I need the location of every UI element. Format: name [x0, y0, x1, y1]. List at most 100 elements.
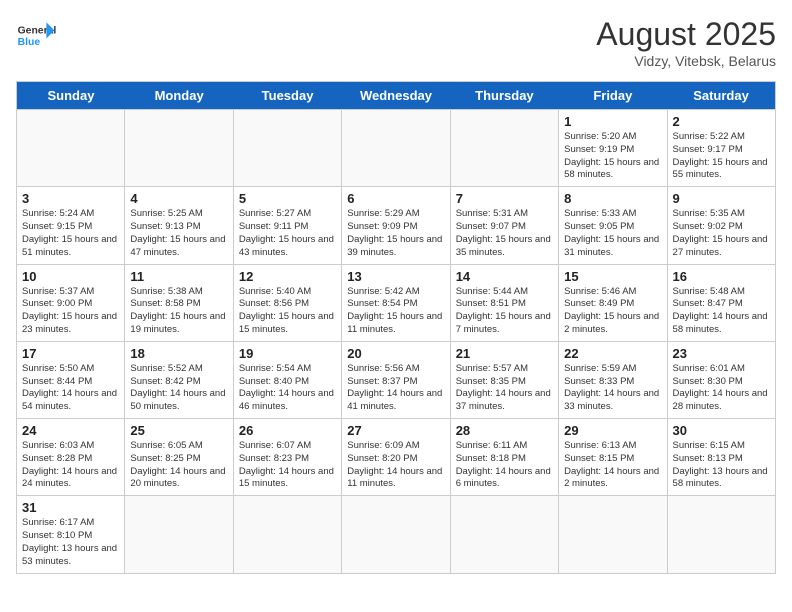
calendar-cell: 28 Sunrise: 6:11 AM Sunset: 8:18 PM Dayli…	[450, 419, 558, 496]
day-info: Sunrise: 5:48 AM Sunset: 8:47 PM Dayligh…	[673, 286, 770, 337]
week-row-5: 24Sunrise: 6:03 AM Sunset: 8:28 PM Dayli…	[17, 419, 776, 496]
date-number: 7	[456, 191, 553, 206]
calendar-cell: 16Sunrise: 5:48 AM Sunset: 8:47 PM Dayli…	[667, 264, 775, 341]
date-number: 31	[22, 500, 119, 515]
day-info: Sunrise: 6:11 AM Sunset: 8:18 PM Dayligh…	[456, 440, 553, 491]
day-info: Sunrise: 5:33 AM Sunset: 9:05 PM Dayligh…	[564, 208, 661, 259]
calendar-cell: 11Sunrise: 5:38 AM Sunset: 8:58 PM Dayli…	[125, 264, 233, 341]
calendar-cell	[559, 496, 667, 573]
calendar-cell: 30 Sunrise: 6:15 AM Sunset: 8:13 PM Dayli…	[667, 419, 775, 496]
date-number: 21	[456, 346, 553, 361]
calendar-cell: 5 Sunrise: 5:27 AM Sunset: 9:11 PM Daylig…	[233, 187, 341, 264]
date-number: 26	[239, 423, 336, 438]
calendar-title: August 2025	[596, 16, 776, 53]
day-info: Sunrise: 6:05 AM Sunset: 8:25 PM Dayligh…	[130, 440, 227, 491]
date-number: 6	[347, 191, 444, 206]
date-number: 30	[673, 423, 770, 438]
day-info: Sunrise: 5:44 AM Sunset: 8:51 PM Dayligh…	[456, 286, 553, 337]
calendar-cell: 12Sunrise: 5:40 AM Sunset: 8:56 PM Dayli…	[233, 264, 341, 341]
day-info: Sunrise: 5:46 AM Sunset: 8:49 PM Dayligh…	[564, 286, 661, 337]
date-number: 2	[673, 114, 770, 129]
calendar-cell: 9 Sunrise: 5:35 AM Sunset: 9:02 PM Daylig…	[667, 187, 775, 264]
weekday-header-sunday: Sunday	[17, 82, 125, 110]
calendar-cell	[17, 110, 125, 187]
calendar-cell: 19 Sunrise: 5:54 AM Sunset: 8:40 PM Dayli…	[233, 341, 341, 418]
weekday-header-thursday: Thursday	[450, 82, 558, 110]
day-info: Sunrise: 5:57 AM Sunset: 8:35 PM Dayligh…	[456, 363, 553, 414]
weekday-header-saturday: Saturday	[667, 82, 775, 110]
date-number: 3	[22, 191, 119, 206]
calendar-cell: 7 Sunrise: 5:31 AM Sunset: 9:07 PM Daylig…	[450, 187, 558, 264]
calendar-cell	[450, 110, 558, 187]
calendar-cell: 15Sunrise: 5:46 AM Sunset: 8:49 PM Dayli…	[559, 264, 667, 341]
date-number: 5	[239, 191, 336, 206]
calendar-cell: 21 Sunrise: 5:57 AM Sunset: 8:35 PM Dayli…	[450, 341, 558, 418]
day-info: Sunrise: 5:29 AM Sunset: 9:09 PM Dayligh…	[347, 208, 444, 259]
week-row-2: 3 Sunrise: 5:24 AM Sunset: 9:15 PM Daylig…	[17, 187, 776, 264]
calendar-cell: 6 Sunrise: 5:29 AM Sunset: 9:09 PM Daylig…	[342, 187, 450, 264]
date-number: 1	[564, 114, 661, 129]
date-number: 22	[564, 346, 661, 361]
week-row-1: 1 Sunrise: 5:20 AM Sunset: 9:19 PM Daylig…	[17, 110, 776, 187]
day-info: Sunrise: 5:37 AM Sunset: 9:00 PM Dayligh…	[22, 286, 119, 337]
weekday-header-monday: Monday	[125, 82, 233, 110]
date-number: 12	[239, 269, 336, 284]
date-number: 17	[22, 346, 119, 361]
day-info: Sunrise: 6:01 AM Sunset: 8:30 PM Dayligh…	[673, 363, 770, 414]
weekday-header-friday: Friday	[559, 82, 667, 110]
date-number: 19	[239, 346, 336, 361]
calendar-cell: 8 Sunrise: 5:33 AM Sunset: 9:05 PM Daylig…	[559, 187, 667, 264]
date-number: 10	[22, 269, 119, 284]
calendar-cell: 24Sunrise: 6:03 AM Sunset: 8:28 PM Dayli…	[17, 419, 125, 496]
calendar-cell: 1 Sunrise: 5:20 AM Sunset: 9:19 PM Daylig…	[559, 110, 667, 187]
calendar-cell	[125, 110, 233, 187]
calendar-cell: 2 Sunrise: 5:22 AM Sunset: 9:17 PM Daylig…	[667, 110, 775, 187]
date-number: 8	[564, 191, 661, 206]
calendar-cell: 20Sunrise: 5:56 AM Sunset: 8:37 PM Dayli…	[342, 341, 450, 418]
calendar-cell	[233, 496, 341, 573]
calendar-cell: 14 Sunrise: 5:44 AM Sunset: 8:51 PM Dayli…	[450, 264, 558, 341]
day-info: Sunrise: 5:42 AM Sunset: 8:54 PM Dayligh…	[347, 286, 444, 337]
calendar-subtitle: Vidzy, Vitebsk, Belarus	[596, 53, 776, 69]
calendar-cell: 3 Sunrise: 5:24 AM Sunset: 9:15 PM Daylig…	[17, 187, 125, 264]
day-info: Sunrise: 5:35 AM Sunset: 9:02 PM Dayligh…	[673, 208, 770, 259]
week-row-4: 17Sunrise: 5:50 AM Sunset: 8:44 PM Dayli…	[17, 341, 776, 418]
date-number: 9	[673, 191, 770, 206]
calendar-cell: 17Sunrise: 5:50 AM Sunset: 8:44 PM Dayli…	[17, 341, 125, 418]
date-number: 28	[456, 423, 553, 438]
date-number: 13	[347, 269, 444, 284]
calendar-cell: 29 Sunrise: 6:13 AM Sunset: 8:15 PM Dayli…	[559, 419, 667, 496]
day-info: Sunrise: 6:09 AM Sunset: 8:20 PM Dayligh…	[347, 440, 444, 491]
day-info: Sunrise: 5:20 AM Sunset: 9:19 PM Dayligh…	[564, 131, 661, 182]
calendar-cell: 25 Sunrise: 6:05 AM Sunset: 8:25 PM Dayli…	[125, 419, 233, 496]
day-info: Sunrise: 5:31 AM Sunset: 9:07 PM Dayligh…	[456, 208, 553, 259]
calendar-cell	[125, 496, 233, 573]
day-info: Sunrise: 5:27 AM Sunset: 9:11 PM Dayligh…	[239, 208, 336, 259]
day-info: Sunrise: 5:22 AM Sunset: 9:17 PM Dayligh…	[673, 131, 770, 182]
calendar-cell: 27Sunrise: 6:09 AM Sunset: 8:20 PM Dayli…	[342, 419, 450, 496]
day-info: Sunrise: 6:15 AM Sunset: 8:13 PM Dayligh…	[673, 440, 770, 491]
date-number: 25	[130, 423, 227, 438]
date-number: 11	[130, 269, 227, 284]
calendar-cell: 23Sunrise: 6:01 AM Sunset: 8:30 PM Dayli…	[667, 341, 775, 418]
calendar-cell	[667, 496, 775, 573]
calendar-table: SundayMondayTuesdayWednesdayThursdayFrid…	[16, 81, 776, 574]
calendar-cell	[450, 496, 558, 573]
weekday-header-row: SundayMondayTuesdayWednesdayThursdayFrid…	[17, 82, 776, 110]
calendar-cell: 13 Sunrise: 5:42 AM Sunset: 8:54 PM Dayli…	[342, 264, 450, 341]
day-info: Sunrise: 6:17 AM Sunset: 8:10 PM Dayligh…	[22, 517, 119, 568]
calendar-cell: 10 Sunrise: 5:37 AM Sunset: 9:00 PM Dayli…	[17, 264, 125, 341]
day-info: Sunrise: 5:24 AM Sunset: 9:15 PM Dayligh…	[22, 208, 119, 259]
header: General Blue August 2025 Vidzy, Vitebsk,…	[16, 16, 776, 69]
day-info: Sunrise: 5:59 AM Sunset: 8:33 PM Dayligh…	[564, 363, 661, 414]
svg-text:Blue: Blue	[18, 37, 41, 48]
day-info: Sunrise: 5:54 AM Sunset: 8:40 PM Dayligh…	[239, 363, 336, 414]
weekday-header-wednesday: Wednesday	[342, 82, 450, 110]
day-info: Sunrise: 6:13 AM Sunset: 8:15 PM Dayligh…	[564, 440, 661, 491]
day-info: Sunrise: 5:56 AM Sunset: 8:37 PM Dayligh…	[347, 363, 444, 414]
week-row-3: 10 Sunrise: 5:37 AM Sunset: 9:00 PM Dayli…	[17, 264, 776, 341]
date-number: 29	[564, 423, 661, 438]
title-section: August 2025 Vidzy, Vitebsk, Belarus	[596, 16, 776, 69]
day-info: Sunrise: 6:03 AM Sunset: 8:28 PM Dayligh…	[22, 440, 119, 491]
date-number: 14	[456, 269, 553, 284]
